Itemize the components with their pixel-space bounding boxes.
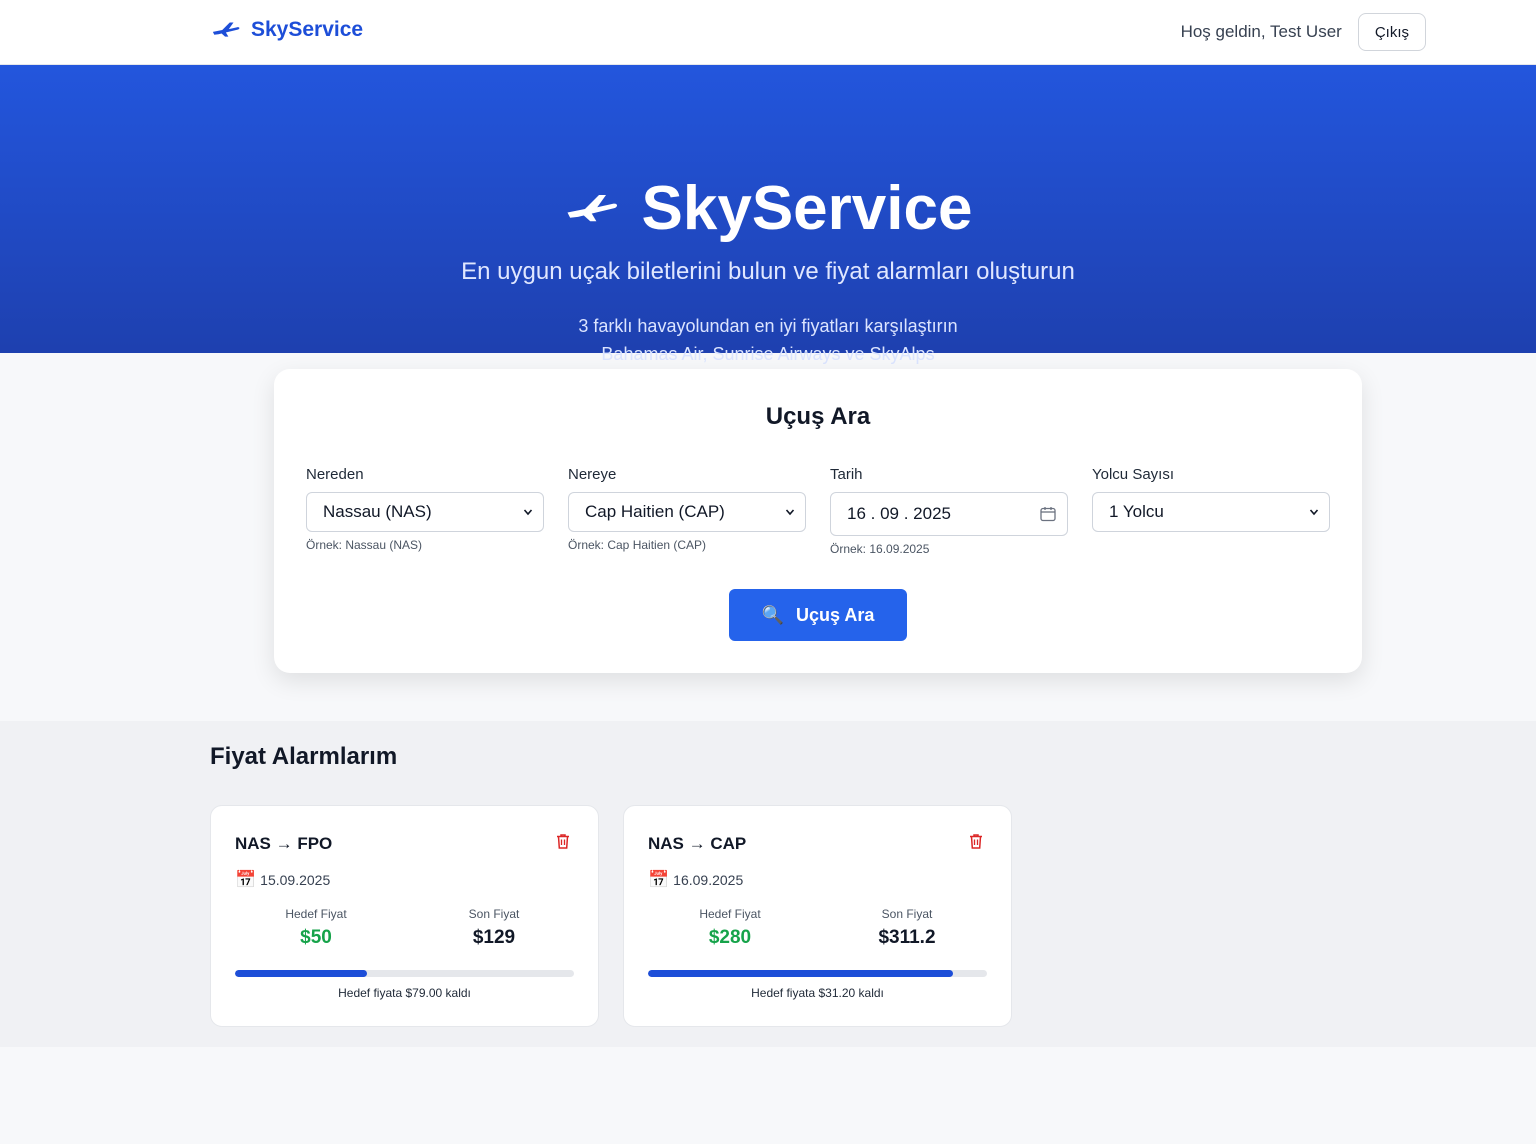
calendar-emoji-icon: 📅 (648, 870, 670, 889)
chevron-down-icon (523, 509, 533, 516)
hero-airlines-line: Bahamas Air, Sunrise Airways ve SkyAlps (601, 344, 935, 364)
alarm-card: NAS → FPO 📅 15.09.2025 Hedef Fiyat $50 S… (210, 805, 599, 1027)
from-value: Nassau (NAS) (323, 502, 432, 521)
logout-button[interactable]: Çıkış (1357, 13, 1426, 51)
date-field: Tarih 16 . 09 . 2025 Örnek: 16.09.2025 (830, 466, 1068, 556)
hero-title-text: SkyService (641, 174, 973, 243)
last-price-value: $311.2 (878, 927, 936, 948)
alarm-date-value: 16.09.2025 (673, 872, 744, 888)
search-flights-button[interactable]: 🔍 Uçuş Ara (729, 589, 907, 641)
target-price-value: $50 (300, 927, 332, 948)
passengers-select[interactable]: 1 Yolcu (1092, 492, 1330, 532)
target-price-value: $280 (708, 927, 752, 948)
target-price-block: Hedef Fiyat $280 (660, 907, 800, 949)
alarm-date: 📅 15.09.2025 (235, 870, 330, 890)
price-progress-fill (648, 970, 954, 977)
date-value: 16 . 09 . 2025 (847, 504, 951, 523)
passengers-value: 1 Yolcu (1109, 502, 1164, 521)
target-price-label: Hedef Fiyat (285, 907, 347, 921)
target-price-label: Hedef Fiyat (699, 907, 761, 921)
last-price-block: Son Fiyat $129 (424, 907, 564, 949)
last-price-label: Son Fiyat (468, 907, 520, 921)
search-title: Uçuş Ara (765, 403, 871, 430)
price-progress-bar (648, 970, 987, 977)
last-price-block: Son Fiyat $311.2 (837, 907, 977, 949)
passengers-label: Yolcu Sayısı (1092, 466, 1174, 483)
date-input[interactable]: 16 . 09 . 2025 (830, 492, 1068, 536)
remaining-text: Hedef fiyata $31.20 kaldı (751, 986, 884, 1000)
price-alarms-section: Fiyat Alarmlarım NAS → FPO 📅 15.09.2025 … (0, 721, 1536, 1047)
brand-logo[interactable]: SkyService (211, 18, 363, 42)
hero-description-line: 3 farklı havayolundan en iyi fiyatları k… (578, 316, 958, 336)
to-field: Nereye Cap Haitien (CAP) Örnek: Cap Hait… (568, 466, 806, 552)
alarm-route: NAS → CAP (648, 834, 747, 853)
welcome-text: Hoş geldin, Test User (1180, 22, 1342, 41)
top-navbar: SkyService Hoş geldin, Test User Çıkış (0, 0, 1536, 65)
trash-icon[interactable] (967, 832, 985, 850)
last-price-value: $129 (472, 927, 516, 948)
alarm-card: NAS → CAP 📅 16.09.2025 Hedef Fiyat $280 … (623, 805, 1012, 1027)
passengers-field: Yolcu Sayısı 1 Yolcu (1092, 466, 1330, 532)
remaining-text: Hedef fiyata $79.00 kaldı (338, 986, 471, 1000)
hero-banner: SkyService En uygun uçak biletlerini bul… (0, 65, 1536, 364)
from-label: Nereden (306, 466, 364, 483)
from-hint: Örnek: Nassau (NAS) (306, 538, 423, 552)
flight-search-card: Uçuş Ara Nereden Nassau (NAS) Örnek: Nas… (274, 369, 1362, 673)
price-progress-fill (235, 970, 368, 977)
price-progress-bar (235, 970, 574, 977)
date-label: Tarih (830, 466, 863, 483)
airplane-icon (567, 194, 617, 221)
date-hint: Örnek: 16.09.2025 (830, 542, 930, 556)
to-value: Cap Haitien (CAP) (585, 502, 725, 521)
from-select[interactable]: Nassau (NAS) (306, 492, 544, 532)
alarms-title: Fiyat Alarmlarım (210, 743, 398, 770)
hero-title: SkyService (0, 173, 1536, 244)
calendar-emoji-icon: 📅 (235, 870, 257, 889)
alarm-route: NAS → FPO (235, 834, 333, 853)
alarm-date-value: 15.09.2025 (260, 872, 331, 888)
magnifier-icon: 🔍 (761, 604, 785, 625)
airplane-icon (212, 22, 240, 37)
search-button-label: Uçuş Ara (796, 604, 875, 625)
brand-name: SkyService (251, 18, 364, 41)
to-select[interactable]: Cap Haitien (CAP) (568, 492, 806, 532)
target-price-block: Hedef Fiyat $50 (246, 907, 386, 949)
chevron-down-icon (1309, 509, 1319, 516)
hero-subtitle: En uygun uçak biletlerini bulun ve fiyat… (461, 258, 1075, 285)
trash-icon[interactable] (554, 832, 572, 850)
to-hint: Örnek: Cap Haitien (CAP) (568, 538, 707, 552)
to-label: Nereye (568, 466, 617, 483)
calendar-icon[interactable] (1039, 505, 1057, 523)
last-price-label: Son Fiyat (881, 907, 933, 921)
alarm-date: 📅 16.09.2025 (648, 870, 743, 890)
user-area: Hoş geldin, Test User Çıkış (1181, 13, 1426, 51)
from-field: Nereden Nassau (NAS) Örnek: Nassau (NAS) (306, 466, 544, 552)
chevron-down-icon (785, 509, 795, 516)
